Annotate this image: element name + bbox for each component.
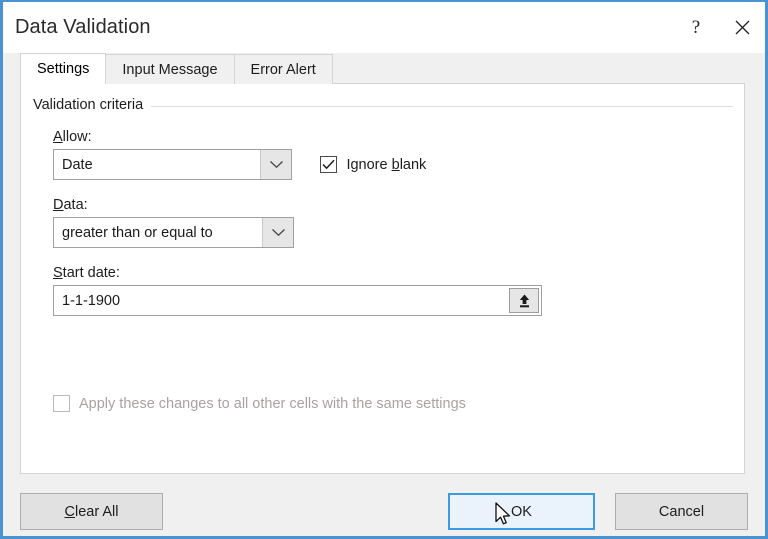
data-label-accel: D: [53, 197, 64, 213]
apply-all-label: Apply these changes to all other cells w…: [79, 395, 466, 412]
allow-label-accel: A: [53, 129, 63, 145]
start-date-label: Start date:: [53, 265, 732, 281]
tab-strip: Settings Input Message Error Alert: [20, 53, 745, 84]
chevron-down-icon[interactable]: [260, 150, 291, 179]
validation-criteria-label: Validation criteria: [33, 97, 152, 113]
cancel-button-label: Cancel: [658, 503, 705, 520]
cancel-button[interactable]: Cancel: [615, 493, 748, 530]
ok-button-label: OK: [511, 503, 532, 520]
title-bar-buttons: ?: [673, 2, 765, 53]
data-validation-dialog: Data Validation ? Settings Input Message…: [0, 0, 768, 539]
data-row: Data: greater than or equal to: [53, 197, 732, 248]
start-date-label-accel: S: [53, 265, 63, 281]
clear-all-label: lear All: [74, 503, 119, 520]
tab-input-message-label: Input Message: [122, 61, 218, 78]
allow-combobox-value: Date: [62, 156, 93, 173]
ok-button[interactable]: OK: [448, 493, 595, 530]
data-label: Data:: [53, 197, 732, 213]
validation-criteria-form: Allow: Date Ignore blank Data: greater t…: [53, 121, 732, 412]
data-combobox[interactable]: greater than or equal to: [53, 217, 294, 248]
allow-combobox[interactable]: Date: [53, 149, 292, 180]
clear-all-accel: C: [64, 503, 75, 520]
tab-error-alert[interactable]: Error Alert: [233, 54, 333, 84]
allow-label-text: llow:: [62, 129, 92, 145]
apply-all-checkbox: [53, 395, 70, 412]
ignore-blank-label-accel: b: [391, 156, 400, 173]
collapse-dialog-arrow-icon[interactable]: [509, 288, 539, 313]
data-combobox-value: greater than or equal to: [62, 224, 213, 241]
apply-all-row: Apply these changes to all other cells w…: [53, 395, 466, 412]
ignore-blank-label-prefix: Ignore: [346, 156, 392, 173]
data-label-text: ata:: [63, 197, 88, 213]
checkmark-icon: [322, 159, 336, 170]
title-bar: Data Validation ?: [3, 2, 765, 53]
settings-tab-panel: Validation criteria Allow: Date Ignore b…: [20, 83, 745, 474]
help-icon[interactable]: ?: [673, 2, 719, 53]
ignore-blank-label: Ignore blank: [346, 157, 426, 173]
tab-settings[interactable]: Settings: [20, 53, 107, 84]
tab-input-message[interactable]: Input Message: [105, 54, 235, 84]
start-date-label-text: tart date:: [62, 265, 120, 281]
allow-row: Allow: Date Ignore blank: [53, 129, 732, 180]
close-icon[interactable]: [719, 2, 765, 53]
dialog-footer: Clear All OK Cancel: [20, 474, 748, 536]
allow-label: Allow:: [53, 129, 732, 145]
start-date-field-wrapper: [53, 285, 542, 316]
clear-all-button[interactable]: Clear All: [20, 493, 163, 530]
tab-error-alert-label: Error Alert: [250, 61, 316, 78]
start-date-input[interactable]: [54, 286, 509, 315]
tab-settings-label: Settings: [37, 61, 90, 77]
dialog-title: Data Validation: [15, 16, 151, 38]
start-date-row: Start date:: [53, 265, 732, 316]
ignore-blank-label-suffix: lank: [399, 156, 427, 173]
ignore-blank-checkbox[interactable]: [320, 156, 338, 173]
chevron-down-icon[interactable]: [262, 218, 293, 247]
ignore-blank-row[interactable]: Ignore blank: [320, 149, 426, 180]
